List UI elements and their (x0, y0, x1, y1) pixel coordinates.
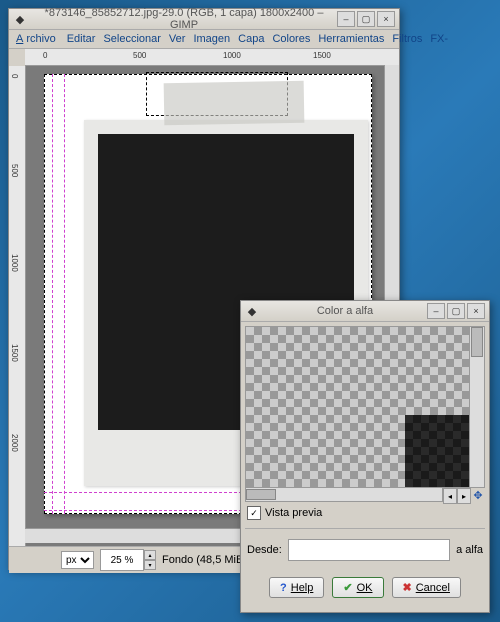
menu-imagen[interactable]: Imagen (190, 32, 233, 46)
preview-image[interactable] (246, 327, 469, 487)
dialog-minimize-button[interactable]: – (427, 303, 445, 319)
ruler-tick: 0 (43, 51, 47, 60)
ruler-tick: 2000 (10, 434, 19, 452)
ruler-tick: 1000 (10, 254, 19, 272)
nav-left-icon[interactable]: ◂ (443, 488, 457, 504)
zoom-spinner[interactable]: ▴▾ (100, 549, 156, 571)
dialog-close-button[interactable]: × (467, 303, 485, 319)
menu-seleccionar[interactable]: Seleccionar (100, 32, 163, 46)
zoom-up[interactable]: ▴ (144, 550, 156, 560)
main-title: *873146_85852712.jpg-29.0 (RGB, 1 capa) … (31, 7, 337, 31)
menu-herramientas[interactable]: Herramientas (315, 32, 387, 46)
status-info: Fondo (48,5 MiB) (162, 554, 247, 566)
cancel-button[interactable]: ✖Cancel (392, 577, 461, 598)
menu-ver[interactable]: Ver (166, 32, 189, 46)
cancel-icon: ✖ (403, 581, 412, 594)
preview-scrollbar-h[interactable] (245, 488, 443, 502)
ruler-tick: 1500 (10, 344, 19, 362)
preview-box (245, 326, 485, 488)
guide-vertical[interactable] (64, 74, 65, 514)
zoom-input[interactable] (100, 549, 144, 571)
ruler-tick: 1000 (223, 51, 241, 60)
main-titlebar[interactable]: ◆ *873146_85852712.jpg-29.0 (RGB, 1 capa… (9, 9, 399, 30)
ok-button[interactable]: ✔OK (332, 577, 383, 598)
ruler-horizontal[interactable]: 0 500 1000 1500 (25, 49, 399, 66)
dialog-maximize-button[interactable]: ▢ (447, 303, 465, 319)
preview-checkbox[interactable]: ✓ (247, 506, 261, 520)
tape (164, 81, 305, 125)
ok-icon: ✔ (343, 581, 352, 594)
move-icon[interactable]: ✥ (471, 488, 485, 502)
separator (245, 528, 485, 529)
dialog-title: Color a alfa (263, 305, 427, 317)
menu-archivo[interactable]: Archivo (13, 32, 62, 46)
from-label: Desde: (247, 544, 282, 556)
menu-filtros[interactable]: Filtros (389, 32, 425, 46)
gimp-icon: ◆ (13, 12, 27, 26)
menu-colores[interactable]: Colores (269, 32, 313, 46)
dialog-titlebar[interactable]: ◆ Color a alfa – ▢ × (241, 301, 489, 322)
menu-editar[interactable]: Editar (64, 32, 99, 46)
ruler-tick: 500 (133, 51, 146, 60)
maximize-button[interactable]: ▢ (357, 11, 375, 27)
menubar: Archivo Editar Seleccionar Ver Imagen Ca… (9, 30, 399, 49)
color-to-alpha-dialog: ◆ Color a alfa – ▢ × ◂ ▸ ✥ ✓ Vista previ… (240, 300, 490, 613)
help-button[interactable]: ?Help (269, 577, 324, 598)
minimize-button[interactable]: – (337, 11, 355, 27)
menu-fx[interactable]: FX- (427, 32, 451, 46)
ruler-tick: 1500 (313, 51, 331, 60)
gimp-icon: ◆ (245, 304, 259, 318)
close-button[interactable]: × (377, 11, 395, 27)
to-alpha-label: a alfa (456, 544, 483, 556)
ruler-tick: 500 (10, 164, 19, 177)
color-picker[interactable] (288, 539, 450, 561)
scrollbar-thumb[interactable] (246, 489, 276, 500)
preview-scrollbar-v[interactable] (469, 327, 484, 487)
nav-right-icon[interactable]: ▸ (457, 488, 471, 504)
ruler-vertical[interactable]: 0 500 1000 1500 2000 (9, 66, 26, 546)
scrollbar-thumb[interactable] (471, 327, 483, 357)
guide-vertical[interactable] (52, 74, 53, 514)
menu-capa[interactable]: Capa (235, 32, 267, 46)
ruler-tick: 0 (10, 74, 19, 78)
preview-dark-area (405, 415, 469, 487)
zoom-down[interactable]: ▾ (144, 560, 156, 570)
preview-label: Vista previa (265, 507, 322, 519)
unit-select[interactable]: px (61, 551, 94, 569)
help-icon: ? (280, 582, 287, 594)
